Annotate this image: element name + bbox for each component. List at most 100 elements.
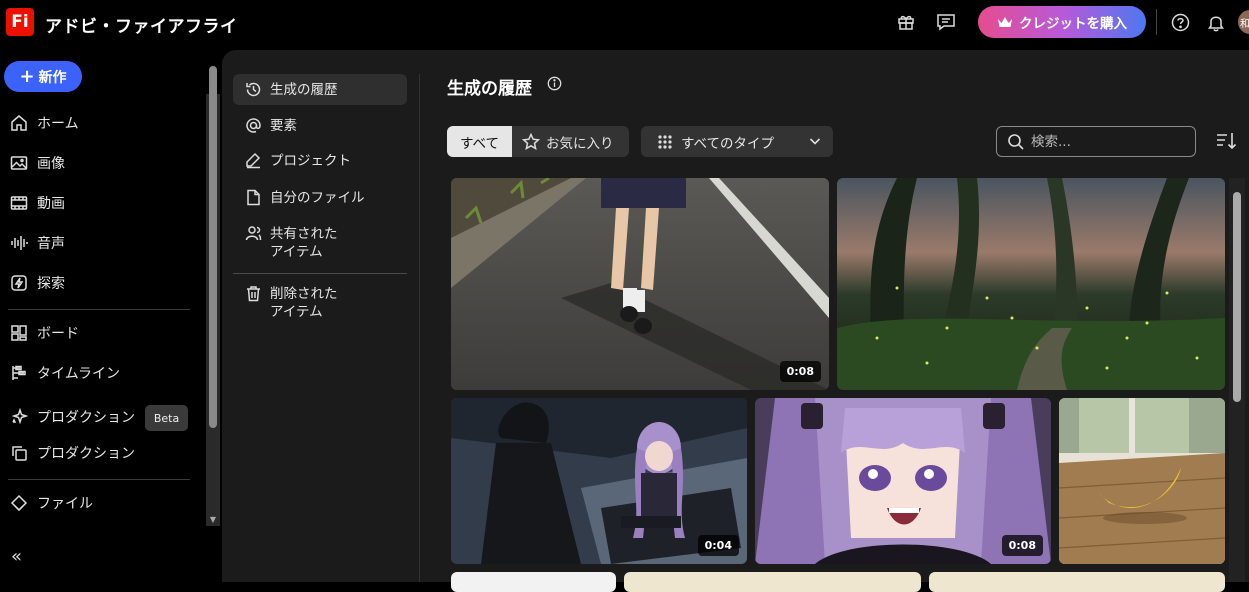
sidebar-item-label: 探索 bbox=[37, 276, 65, 292]
gallery-item[interactable]: 0:04 bbox=[451, 398, 747, 564]
info-icon[interactable] bbox=[547, 76, 562, 95]
subnav-item-label: 共有された アイテム bbox=[270, 226, 338, 260]
sidebar-item-label: 画像 bbox=[37, 156, 65, 172]
filter-favorites-label: お気に入り bbox=[546, 135, 614, 152]
sparkle-icon bbox=[11, 408, 28, 425]
new-button[interactable]: + 新作 bbox=[4, 61, 82, 92]
explore-icon bbox=[11, 275, 27, 291]
sidebar-item-label: タイムライン bbox=[37, 366, 121, 382]
search-icon bbox=[1008, 133, 1024, 150]
chat-icon[interactable] bbox=[935, 11, 957, 33]
firefly-logo[interactable]: Fi bbox=[6, 8, 34, 36]
sidebar-item-label: ファイル bbox=[37, 496, 93, 512]
gallery-item[interactable] bbox=[837, 178, 1225, 390]
sidebar: + 新作 ホーム 画像 動画 音声 探索 ボード タイムライン プロダクション … bbox=[0, 46, 222, 582]
sidebar-item-timeline[interactable]: タイムライン bbox=[10, 360, 120, 386]
type-dropdown[interactable]: すべてのタイプ bbox=[641, 126, 833, 157]
subnav-item-history[interactable]: 生成の履歴 bbox=[233, 74, 407, 105]
thumbnail-image bbox=[837, 178, 1225, 390]
video-duration-badge: 0:08 bbox=[1001, 535, 1043, 556]
star-icon bbox=[522, 132, 540, 150]
chevron-down-icon bbox=[809, 138, 821, 145]
sidebar-item-video[interactable]: 動画 bbox=[10, 190, 65, 216]
sidebar-item-production-beta[interactable]: プロダクション bbox=[10, 404, 135, 430]
top-bar: Fi アドビ・ファイアフライ クレジットを購入 和 bbox=[0, 0, 1249, 46]
image-icon bbox=[10, 156, 28, 170]
sidebar-item-label: 動画 bbox=[37, 196, 65, 212]
files-icon bbox=[10, 494, 28, 512]
sidebar-item-board[interactable]: ボード bbox=[10, 320, 79, 346]
divider bbox=[8, 479, 190, 480]
thumbnail-image bbox=[451, 178, 829, 390]
subnav-item-elements[interactable]: 要素 bbox=[233, 117, 407, 135]
subnav-item-label: 要素 bbox=[270, 118, 297, 134]
gallery-scroll-thumb[interactable] bbox=[1233, 192, 1241, 402]
search-box[interactable] bbox=[996, 126, 1196, 157]
subnav-item-my-files[interactable]: 自分のファイル bbox=[233, 189, 407, 207]
trash-icon bbox=[247, 286, 260, 302]
home-icon bbox=[11, 115, 27, 131]
sidebar-item-image[interactable]: 画像 bbox=[10, 150, 65, 176]
sidebar-item-label: プロダクション bbox=[37, 410, 135, 426]
help-icon[interactable] bbox=[1169, 11, 1191, 33]
copy-icon bbox=[12, 446, 27, 461]
gallery-item[interactable] bbox=[451, 572, 616, 592]
gallery-item[interactable] bbox=[929, 572, 1225, 592]
gallery-item[interactable] bbox=[1059, 398, 1225, 564]
buy-credits-label: クレジットを購入 bbox=[1019, 16, 1127, 32]
subnav-item-deleted[interactable]: 削除された アイテム bbox=[233, 285, 407, 321]
shared-icon bbox=[245, 226, 262, 241]
filter-all-button[interactable]: すべて bbox=[447, 126, 512, 157]
project-icon bbox=[246, 152, 261, 169]
subnav-item-projects[interactable]: プロジェクト bbox=[233, 152, 407, 170]
collapse-sidebar-icon[interactable]: « bbox=[11, 546, 22, 567]
page-title: 生成の履歴 bbox=[447, 79, 532, 99]
subnav-item-shared[interactable]: 共有された アイテム bbox=[233, 225, 407, 261]
avatar[interactable]: 和 bbox=[1238, 10, 1249, 34]
filter-all-label: すべて bbox=[459, 135, 499, 152]
new-button-label: 新作 bbox=[38, 69, 67, 86]
board-icon bbox=[11, 325, 27, 341]
sidebar-item-label: プロダクション bbox=[37, 446, 135, 462]
sidebar-item-audio[interactable]: 音声 bbox=[10, 230, 65, 256]
audio-icon bbox=[11, 236, 28, 250]
bell-icon[interactable] bbox=[1205, 11, 1227, 33]
sidebar-item-explore[interactable]: 探索 bbox=[10, 270, 65, 296]
divider bbox=[233, 273, 407, 274]
sidebar-scroll-thumb[interactable] bbox=[209, 66, 217, 428]
video-icon bbox=[10, 196, 28, 210]
buy-credits-button[interactable]: クレジットを購入 bbox=[978, 6, 1146, 38]
file-icon bbox=[247, 189, 260, 206]
search-input[interactable] bbox=[1031, 133, 1181, 150]
grid-icon bbox=[658, 134, 672, 149]
gift-icon[interactable] bbox=[895, 11, 917, 33]
at-icon bbox=[246, 118, 261, 133]
sidebar-item-home[interactable]: ホーム bbox=[10, 110, 79, 136]
subnav-item-label: プロジェクト bbox=[270, 153, 351, 169]
video-duration-badge: 0:04 bbox=[697, 535, 739, 556]
app-title[interactable]: アドビ・ファイアフライ bbox=[45, 12, 238, 37]
sidebar-item-files[interactable]: ファイル bbox=[10, 490, 93, 516]
gallery-item[interactable]: 0:08 bbox=[451, 178, 829, 390]
subnav-item-label: 自分のファイル bbox=[270, 190, 365, 206]
beta-badge: Beta bbox=[145, 405, 188, 431]
divider bbox=[419, 74, 420, 582]
type-dropdown-label: すべてのタイプ bbox=[681, 135, 775, 152]
divider bbox=[8, 309, 190, 310]
scroll-down-icon[interactable]: ▼ bbox=[208, 516, 218, 524]
subnav-item-label: 生成の履歴 bbox=[270, 81, 338, 98]
gallery-item[interactable]: 0:08 bbox=[755, 398, 1051, 564]
gallery-item[interactable] bbox=[624, 572, 921, 592]
plus-icon: + bbox=[19, 65, 35, 87]
sort-icon[interactable] bbox=[1215, 131, 1237, 155]
filter-favorites-button[interactable]: お気に入り bbox=[512, 126, 629, 157]
video-duration-badge: 0:08 bbox=[779, 361, 821, 382]
sidebar-item-label: ボード bbox=[37, 326, 79, 342]
sidebar-item-production[interactable]: プロダクション bbox=[10, 440, 135, 466]
sidebar-item-label: ホーム bbox=[37, 116, 79, 132]
divider bbox=[1156, 9, 1157, 35]
crown-icon bbox=[998, 17, 1012, 27]
subnav-item-label: 削除された アイテム bbox=[270, 286, 338, 320]
sidebar-item-label: 音声 bbox=[37, 236, 65, 252]
history-icon bbox=[246, 82, 261, 97]
